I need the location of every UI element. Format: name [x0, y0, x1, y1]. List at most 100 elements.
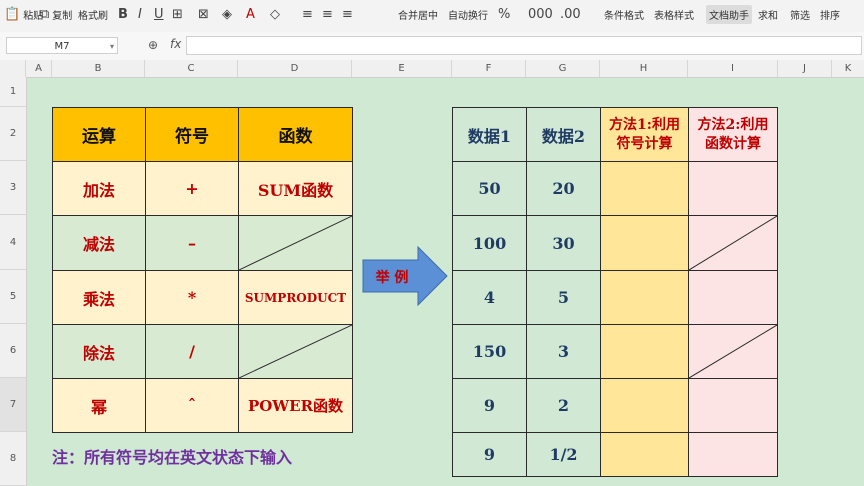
- row-header[interactable]: 6: [0, 324, 26, 378]
- method2-cell[interactable]: [688, 161, 778, 216]
- col-header[interactable]: I: [688, 60, 778, 77]
- method1-cell[interactable]: [600, 324, 689, 379]
- method1-cell[interactable]: [600, 270, 689, 325]
- format-painter-button[interactable]: 格式刷: [78, 0, 108, 28]
- header-cell[interactable]: 符号: [145, 107, 239, 162]
- cell-diagonal-icon: ⊠: [198, 6, 209, 22]
- fill-color-button[interactable]: ◈: [222, 0, 232, 28]
- operation-cell[interactable]: 除法: [52, 324, 146, 379]
- italic-button[interactable]: I: [138, 0, 142, 28]
- header-cell[interactable]: 方法2:利用函数计算: [688, 107, 778, 162]
- data2-cell[interactable]: 20: [526, 161, 601, 216]
- merge-center-button[interactable]: 合并居中: [398, 0, 438, 28]
- doc-helper-button[interactable]: 文档助手: [706, 0, 752, 28]
- method2-cell[interactable]: [688, 270, 778, 325]
- symbol-cell[interactable]: /: [145, 324, 239, 379]
- symbol-cell[interactable]: ˆ: [145, 378, 239, 433]
- operation-cell[interactable]: 减法: [52, 215, 146, 271]
- symbol-cell[interactable]: –: [145, 215, 239, 271]
- bold-button[interactable]: B: [118, 0, 128, 28]
- method2-cell[interactable]: [688, 378, 778, 433]
- copy-button[interactable]: ⧉ 复制: [40, 0, 72, 28]
- operation-cell[interactable]: 幂: [52, 378, 146, 433]
- data1-cell[interactable]: 100: [452, 215, 527, 271]
- align-left-button[interactable]: ≡: [302, 0, 313, 28]
- row-header[interactable]: 2: [0, 107, 26, 161]
- col-header[interactable]: G: [526, 60, 600, 77]
- data2-cell[interactable]: 30: [526, 215, 601, 271]
- symbol-cell[interactable]: *: [145, 270, 239, 325]
- paste-button[interactable]: 📋 粘贴: [4, 0, 43, 28]
- method2-cell-empty[interactable]: [688, 324, 778, 379]
- col-header[interactable]: F: [452, 60, 526, 77]
- col-header[interactable]: D: [238, 60, 352, 77]
- decimal-button[interactable]: .00: [560, 0, 581, 28]
- method1-cell[interactable]: [600, 215, 689, 271]
- data2-cell[interactable]: 5: [526, 270, 601, 325]
- border-button[interactable]: ⊞: [172, 0, 183, 28]
- conditional-format-button[interactable]: 条件格式: [604, 0, 644, 28]
- zoom-icon[interactable]: ⊕: [148, 38, 158, 52]
- filter-button[interactable]: 筛选: [790, 0, 810, 28]
- fx-icon[interactable]: fx: [170, 37, 181, 51]
- row-header[interactable]: 1: [0, 77, 26, 107]
- cell-style-button[interactable]: ⊠: [198, 0, 209, 28]
- function-cell[interactable]: SUMPRODUCT: [238, 270, 353, 325]
- function-cell[interactable]: SUM函数: [238, 161, 353, 216]
- function-cell-empty[interactable]: [238, 215, 353, 271]
- sum-button[interactable]: 求和: [758, 0, 778, 28]
- row-header[interactable]: 3: [0, 161, 26, 215]
- row-header[interactable]: 5: [0, 270, 26, 324]
- data1-cell[interactable]: 9: [452, 432, 527, 477]
- function-cell[interactable]: POWER函数: [238, 378, 353, 433]
- align-center-button[interactable]: ≡: [322, 0, 333, 28]
- sort-button[interactable]: 排序: [820, 0, 840, 28]
- col-header[interactable]: B: [52, 60, 145, 77]
- diagonal-line: [239, 325, 352, 378]
- row-header[interactable]: 8: [0, 432, 26, 486]
- col-header[interactable]: K: [832, 60, 864, 77]
- row-header[interactable]: 4: [0, 215, 26, 270]
- operation-cell[interactable]: 加法: [52, 161, 146, 216]
- data1-cell[interactable]: 4: [452, 270, 527, 325]
- border-grid-icon: ⊞: [172, 6, 183, 22]
- align-center-icon: ≡: [322, 6, 333, 22]
- font-color-button[interactable]: A: [246, 0, 255, 28]
- header-cell[interactable]: 运算: [52, 107, 146, 162]
- data1-cell[interactable]: 50: [452, 161, 527, 216]
- data1-cell[interactable]: 150: [452, 324, 527, 379]
- col-header[interactable]: H: [600, 60, 688, 77]
- thousands-button[interactable]: 000: [528, 0, 553, 28]
- data2-cell[interactable]: 2: [526, 378, 601, 433]
- header-cell[interactable]: 数据1: [452, 107, 527, 162]
- header-cell[interactable]: 方法1:利用符号计算: [600, 107, 689, 162]
- data1-cell[interactable]: 9: [452, 378, 527, 433]
- symbol-cell[interactable]: +: [145, 161, 239, 216]
- method1-cell[interactable]: [600, 432, 689, 477]
- function-cell-empty[interactable]: [238, 324, 353, 379]
- name-box[interactable]: M7 ▾: [6, 37, 118, 54]
- data2-cell[interactable]: 1/2: [526, 432, 601, 477]
- align-right-button[interactable]: ≡: [342, 0, 353, 28]
- formula-bar: M7 ▾ ⊕ fx: [0, 32, 864, 61]
- underline-button[interactable]: U: [154, 0, 164, 28]
- col-header[interactable]: E: [352, 60, 452, 77]
- formula-input[interactable]: [186, 36, 862, 55]
- wrap-text-button[interactable]: 自动换行: [448, 0, 488, 28]
- row-header[interactable]: 7: [0, 378, 26, 432]
- select-all-corner[interactable]: [0, 60, 26, 77]
- col-header[interactable]: J: [778, 60, 832, 77]
- operation-cell[interactable]: 乘法: [52, 270, 146, 325]
- col-header[interactable]: A: [26, 60, 52, 77]
- method1-cell[interactable]: [600, 161, 689, 216]
- header-cell[interactable]: 函数: [238, 107, 353, 162]
- data2-cell[interactable]: 3: [526, 324, 601, 379]
- method1-cell[interactable]: [600, 378, 689, 433]
- header-cell[interactable]: 数据2: [526, 107, 601, 162]
- clear-button[interactable]: ◇: [270, 0, 280, 28]
- number-format-button[interactable]: %: [498, 0, 510, 28]
- method2-cell-empty[interactable]: [688, 215, 778, 271]
- method2-cell[interactable]: [688, 432, 778, 477]
- col-header[interactable]: C: [145, 60, 238, 77]
- table-style-button[interactable]: 表格样式: [654, 0, 694, 28]
